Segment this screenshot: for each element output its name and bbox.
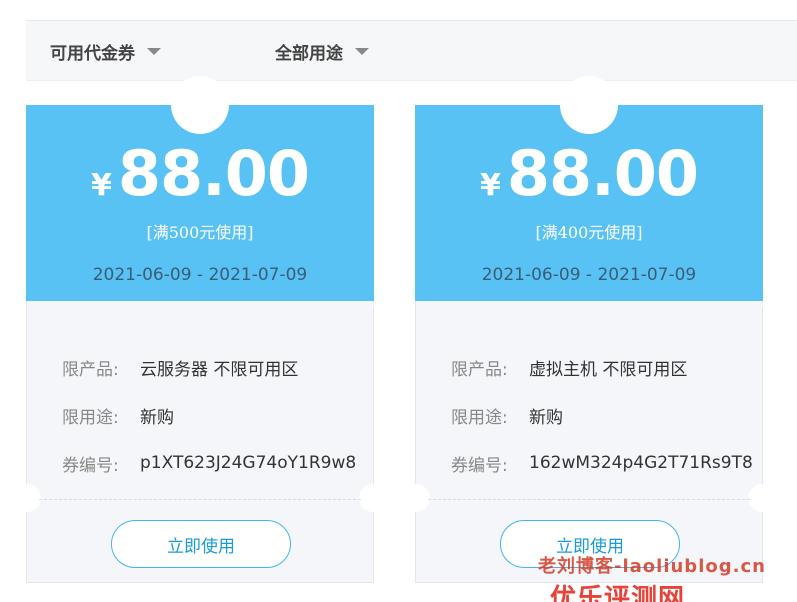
ticket-notch bbox=[560, 76, 618, 134]
usage-row: 限用途: 新购 bbox=[62, 391, 372, 439]
ticket-side-cut bbox=[359, 484, 387, 512]
code-value: 162wM324p4G2T71Rs9T8 bbox=[529, 453, 753, 473]
coupon-card: ¥ 88.00 [满500元使用] 2021-06-09 - 2021-07-0… bbox=[13, 76, 387, 583]
usage-label: 限用途: bbox=[451, 407, 508, 428]
product-value: 虚拟主机 不限可用区 bbox=[529, 359, 688, 380]
coupon-amount: ¥ 88.00 bbox=[26, 137, 374, 210]
dashed-divider bbox=[39, 499, 361, 500]
usage-label: 全部用途 bbox=[275, 44, 343, 64]
currency-symbol: ¥ bbox=[91, 168, 112, 203]
coupon-validity: 2021-06-09 - 2021-07-09 bbox=[481, 265, 697, 285]
coupon-header: ¥ 88.00 [满400元使用] 2021-06-09 - 2021-07-0… bbox=[415, 76, 763, 307]
caret-down-icon bbox=[355, 48, 369, 55]
use-now-button[interactable]: 立即使用 bbox=[111, 520, 291, 568]
ticket-notch bbox=[171, 76, 229, 134]
ticket-side-cut bbox=[748, 484, 776, 512]
usage-dropdown[interactable]: 全部用途 bbox=[275, 39, 369, 64]
coupon-amount: ¥ 88.00 bbox=[415, 137, 763, 210]
currency-symbol: ¥ bbox=[480, 168, 501, 203]
code-row: 券编号: p1XT623J24G74oY1R9w8 bbox=[62, 439, 372, 487]
usage-row: 限用途: 新购 bbox=[451, 391, 761, 439]
ticket-side-cut bbox=[402, 484, 430, 512]
amount-value: 88.00 bbox=[506, 137, 699, 210]
coupon-details: 限产品: 虚拟主机 不限可用区 限用途: 新购 券编号: 162wM324p4G… bbox=[451, 343, 761, 487]
ticket-side-cut bbox=[13, 484, 41, 512]
product-row: 限产品: 云服务器 不限可用区 bbox=[62, 343, 372, 391]
product-row: 限产品: 虚拟主机 不限可用区 bbox=[451, 343, 761, 391]
watermark: 老刘博客-laoliublog.cn 优乐评测网 bbox=[538, 552, 797, 602]
wave-edge bbox=[26, 299, 374, 307]
caret-down-icon bbox=[147, 48, 161, 55]
amount-value: 88.00 bbox=[117, 137, 310, 210]
coupon-card: ¥ 88.00 [满400元使用] 2021-06-09 - 2021-07-0… bbox=[402, 76, 776, 583]
voucher-type-label: 可用代金券 bbox=[50, 44, 135, 64]
dashed-divider bbox=[428, 499, 750, 500]
filter-bar: 可用代金券 全部用途 bbox=[26, 20, 797, 81]
product-value: 云服务器 不限可用区 bbox=[140, 359, 299, 380]
watermark-text: 老刘博客-laoliublog.cn bbox=[538, 556, 766, 577]
coupon-condition: [满400元使用] bbox=[535, 223, 643, 242]
usage-value: 新购 bbox=[140, 407, 174, 428]
voucher-type-dropdown[interactable]: 可用代金券 bbox=[50, 39, 161, 64]
usage-value: 新购 bbox=[529, 407, 563, 428]
coupon-header: ¥ 88.00 [满500元使用] 2021-06-09 - 2021-07-0… bbox=[26, 76, 374, 307]
wave-edge bbox=[415, 299, 763, 307]
watermark-brand: 优乐评测网 bbox=[550, 584, 686, 602]
code-label: 券编号: bbox=[62, 455, 119, 476]
product-label: 限产品: bbox=[451, 359, 508, 380]
code-row: 券编号: 162wM324p4G2T71Rs9T8 bbox=[451, 439, 761, 487]
code-value: p1XT623J24G74oY1R9w8 bbox=[140, 453, 357, 473]
product-label: 限产品: bbox=[62, 359, 119, 380]
coupon-details: 限产品: 云服务器 不限可用区 限用途: 新购 券编号: p1XT623J24G… bbox=[62, 343, 372, 487]
coupon-validity: 2021-06-09 - 2021-07-09 bbox=[92, 265, 308, 285]
coupon-condition: [满500元使用] bbox=[146, 223, 254, 242]
usage-label: 限用途: bbox=[62, 407, 119, 428]
code-label: 券编号: bbox=[451, 455, 508, 476]
